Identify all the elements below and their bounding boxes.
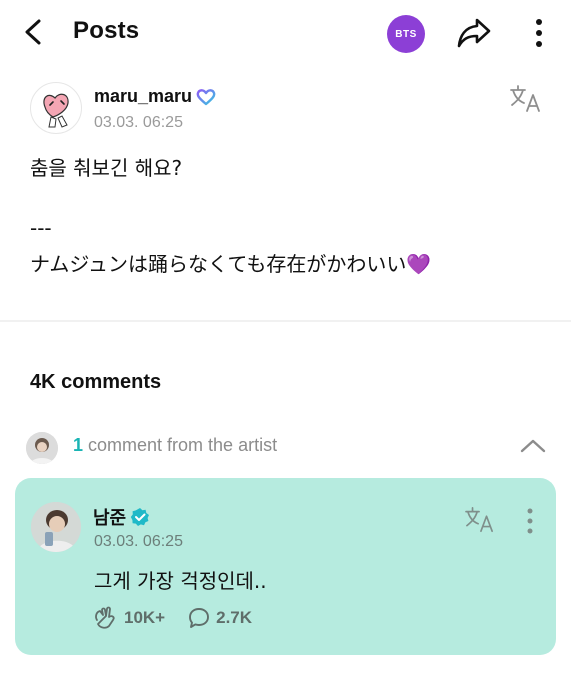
comments-count-heading: 4K comments xyxy=(30,371,162,393)
back-button[interactable] xyxy=(18,16,50,48)
chevron-left-icon xyxy=(25,19,41,45)
artist-comment-card: 남준 03.03. 06:25 그게 가장 걱정인데.. 10K+ 2.7K xyxy=(15,478,556,655)
like-count: 10K+ xyxy=(124,608,166,627)
post-author-label: maru_maru xyxy=(94,86,193,106)
artist-mini-avatar xyxy=(26,432,58,464)
artist-photo-icon xyxy=(26,432,58,464)
heart-badge-icon xyxy=(196,88,216,105)
section-divider xyxy=(0,320,571,322)
more-vertical-icon xyxy=(527,508,533,534)
more-vertical-icon xyxy=(536,19,542,47)
post-date: 03.03. 06:25 xyxy=(94,114,183,131)
chevron-up-icon xyxy=(520,439,546,453)
artist-name[interactable]: 남준 xyxy=(93,504,150,530)
comment-translate-button[interactable] xyxy=(463,506,497,534)
verified-badge-icon xyxy=(130,508,150,526)
artist-comments-toggle[interactable]: 1 comment from the artist xyxy=(0,425,571,469)
post-text-line: ナムジュンは踊らなくても存在がかわいい💜 xyxy=(30,252,432,276)
comment-more-button[interactable] xyxy=(520,506,540,536)
artist-comment-summary-label: comment from the artist xyxy=(83,435,278,455)
artist-name-label: 남준 xyxy=(93,508,127,529)
translate-button[interactable] xyxy=(509,84,543,114)
post-text-separator: --- xyxy=(30,216,52,240)
artist-comment-count: 1 xyxy=(73,435,84,455)
artist-comment-summary: 1 comment from the artist xyxy=(73,435,277,456)
translate-icon xyxy=(465,507,493,533)
more-options-button[interactable] xyxy=(526,17,552,49)
post-text-line: 춤을 춰보긴 해요? xyxy=(30,156,183,180)
comment-stats: 10K+ 2.7K xyxy=(93,606,252,630)
community-badge[interactable]: BTS xyxy=(387,15,425,53)
artist-avatar[interactable] xyxy=(31,502,81,552)
share-button[interactable] xyxy=(456,16,492,50)
post-author-name[interactable]: maru_maru xyxy=(94,86,216,107)
translate-icon xyxy=(510,85,540,112)
speech-bubble-icon xyxy=(189,608,210,628)
artist-photo-icon xyxy=(31,502,81,552)
cheer-hands-icon xyxy=(95,606,115,629)
artist-comment-date: 03.03. 06:25 xyxy=(94,533,183,550)
collapse-button[interactable] xyxy=(518,433,548,459)
top-bar: Posts BTS xyxy=(0,0,571,66)
share-icon xyxy=(457,18,491,48)
reply-button[interactable]: 2.7K xyxy=(187,606,252,630)
post-author-avatar[interactable] xyxy=(30,82,82,134)
pink-character-avatar-icon xyxy=(43,93,69,128)
page-title: Posts xyxy=(73,17,140,44)
reply-count: 2.7K xyxy=(216,608,253,627)
like-button[interactable]: 10K+ xyxy=(93,606,165,630)
artist-comment-text: 그게 가장 걱정인데.. xyxy=(94,569,267,593)
